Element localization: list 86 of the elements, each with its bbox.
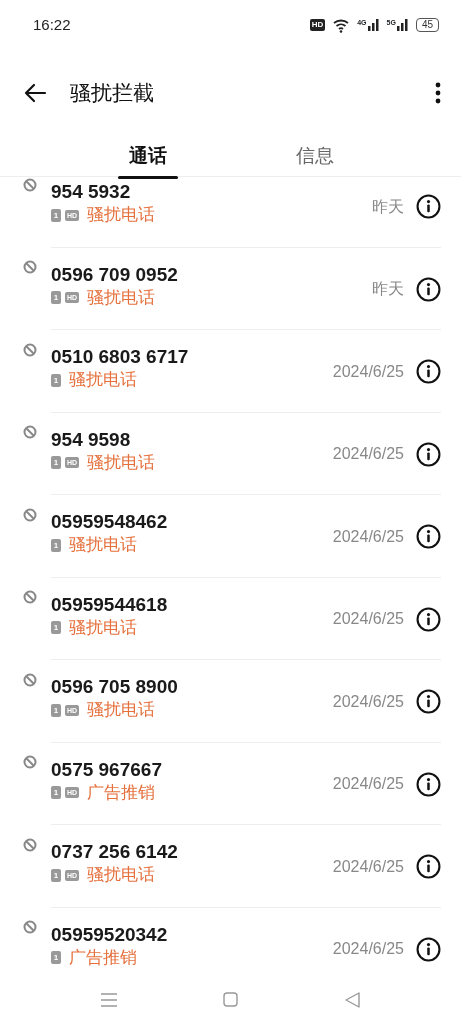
blocked-icon [23,590,37,605]
blocked-icon [23,837,37,852]
sim-badge: 1 [51,703,61,717]
sim-badge: 1 [51,208,61,222]
call-date: 2024/6/25 [332,691,404,712]
call-date: 昨天 [372,196,404,217]
call-date: 2024/6/25 [332,774,404,794]
more-button[interactable] [435,81,441,104]
info-icon [416,936,441,962]
battery-level: 45 [415,18,439,32]
sim-badge: 1 [51,868,61,882]
info-icon [416,441,441,467]
blocked-icon [23,177,37,192]
sim-badge: 1 [51,786,61,799]
wifi-icon [333,17,350,33]
phone-number: 0510 6803 6717 [51,345,190,369]
sim-badge: 1 [51,951,61,964]
info-icon [416,276,441,302]
info-button[interactable] [416,194,441,219]
phone-number: 05959544618 [51,592,169,617]
status-time: 16:22 [33,14,71,35]
call-tag: 骚扰电话 [87,204,156,226]
info-icon [416,524,441,549]
hd-indicator: HD [309,19,326,31]
info-button[interactable] [416,606,441,632]
info-icon [416,359,441,384]
blocked-icon [23,920,37,935]
call-date: 2024/6/25 [332,609,404,629]
sim-badge: 1 [51,291,61,304]
signal-icon [367,19,379,31]
call-tag: 广告推销 [69,946,137,969]
call-date: 2024/6/25 [332,361,404,382]
phone-number: 954 5932 [51,180,132,204]
blocked-icon [23,342,37,357]
call-tag: 广告推销 [87,781,156,804]
back-nav-button[interactable] [344,991,360,1008]
phone-number: 0737 256 6142 [51,840,179,864]
call-tag: 骚扰电话 [87,451,156,474]
phone-number: 05959520342 [51,922,169,947]
tab[interactable]: 通话 [67,135,228,177]
call-date: 2024/6/25 [332,526,404,547]
blocked-icon [23,507,37,522]
tab[interactable]: 信息 [234,135,395,177]
info-icon [416,854,441,879]
info-icon [416,689,441,714]
call-tag: 骚扰电话 [87,699,156,721]
back-triangle-icon [344,991,360,1008]
more-icon [435,81,441,104]
info-button[interactable] [416,854,441,879]
call-date: 2024/6/25 [332,939,404,959]
home-button[interactable] [223,992,239,1007]
info-button[interactable] [416,689,441,714]
call-tag: 骚扰电话 [69,534,137,556]
info-button[interactable] [416,771,441,797]
phone-number: 954 9598 [51,427,132,452]
call-tag: 骚扰电话 [87,864,156,886]
call-tag: 骚扰电话 [87,286,156,309]
info-button[interactable] [416,936,441,962]
sim-badge: 1 [51,621,61,634]
blocked-icon [23,260,37,275]
sim-badge: 1 [51,373,61,387]
blocked-icon [23,672,37,687]
phone-number: 05959548462 [51,510,169,534]
page-title: 骚扰拦截 [70,79,154,106]
info-button[interactable] [416,276,441,302]
home-icon [223,992,239,1007]
info-button[interactable] [416,441,441,467]
sim-badge: 1 [51,538,61,552]
info-icon [416,194,441,219]
menu-icon [101,992,118,1007]
info-icon [416,771,441,797]
info-button[interactable] [416,359,441,384]
call-date: 昨天 [372,279,404,299]
call-tag: 骚扰电话 [69,616,137,639]
phone-number: 0596 705 8900 [51,675,179,699]
phone-number: 0575 967667 [51,757,163,782]
call-tag: 骚扰电话 [69,369,137,391]
call-date: 2024/6/25 [332,856,404,877]
signal-icon [396,19,408,31]
info-icon [416,606,441,632]
blocked-icon [23,755,37,770]
phone-number: 0596 709 0952 [51,262,179,287]
info-button[interactable] [416,524,441,549]
call-date: 2024/6/25 [332,444,404,464]
blocked-icon [23,425,37,440]
sim-badge: 1 [51,456,61,469]
